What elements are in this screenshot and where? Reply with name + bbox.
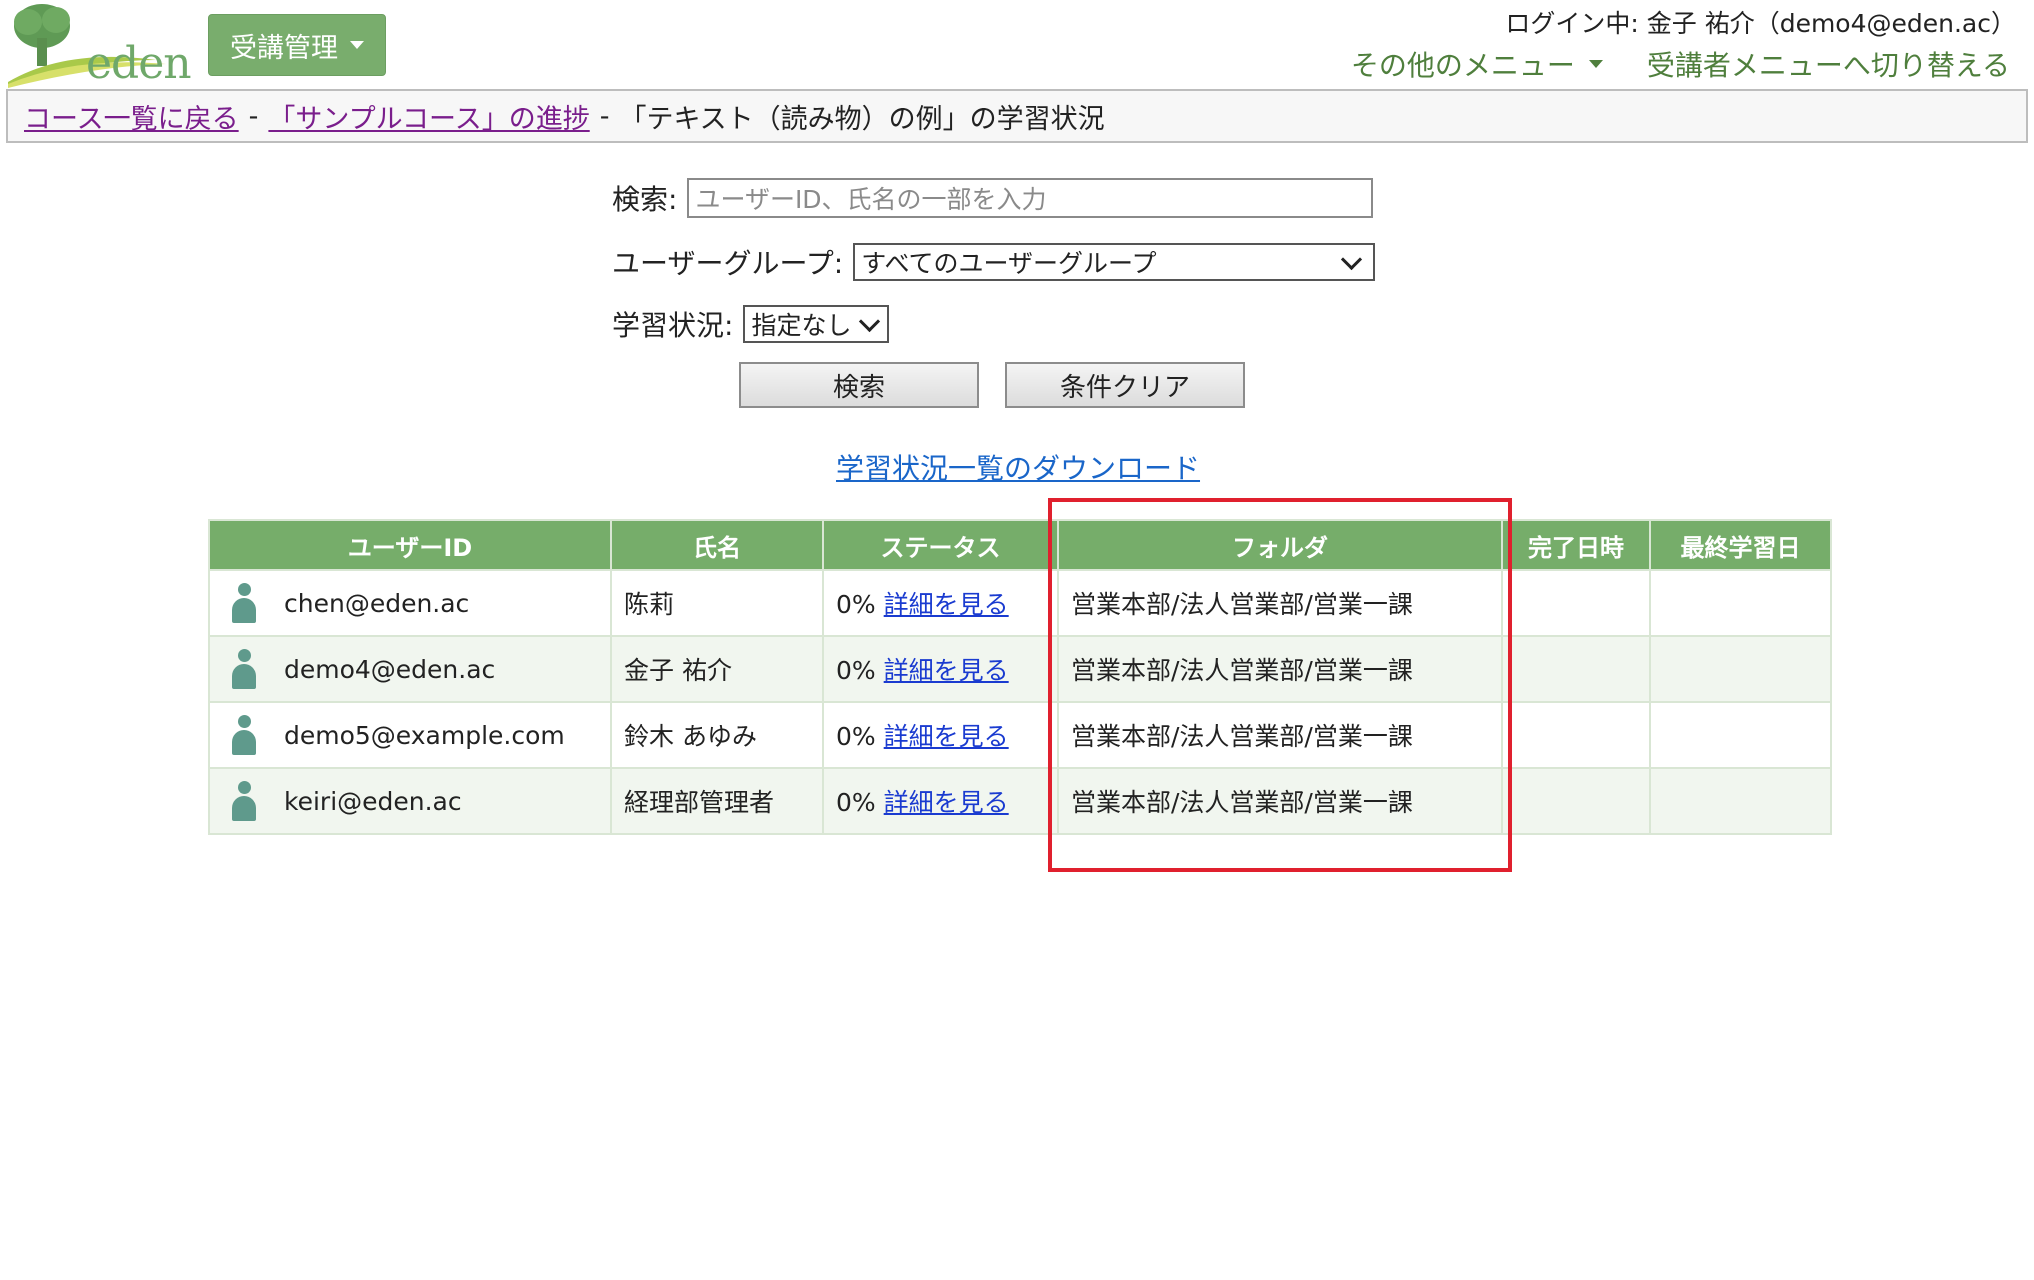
breadcrumb-current: 「テキスト（読み物）の例」の学習状況 bbox=[619, 103, 1105, 135]
download-learning-status-link[interactable]: 学習状況一覧のダウンロード bbox=[836, 447, 1200, 487]
completed-cell bbox=[1501, 767, 1651, 835]
progress-value: 0% bbox=[836, 590, 876, 619]
other-menu-dropdown[interactable]: その他のメニュー bbox=[1351, 44, 1603, 84]
table-row: demo4@eden.ac 金子 祐介 0% 詳細を見る 営業本部/法人営業部/営… bbox=[208, 635, 1832, 703]
login-info: ログイン中: 金子 祐介（demo4@eden.ac） bbox=[1505, 9, 2016, 38]
column-header-folder[interactable]: フォルダ bbox=[1057, 519, 1503, 571]
search-button[interactable]: 検索 bbox=[739, 362, 979, 408]
name-cell: 経理部管理者 bbox=[610, 767, 824, 835]
column-header-completed[interactable]: 完了日時 bbox=[1501, 519, 1651, 571]
breadcrumb-course-progress-link[interactable]: 「サンプルコース」の進捗 bbox=[268, 97, 589, 136]
user-id-cell: demo4@eden.ac bbox=[208, 635, 612, 703]
view-details-link[interactable]: 詳細を見る bbox=[884, 590, 1009, 619]
progress-value: 0% bbox=[836, 788, 876, 817]
last-studied-cell bbox=[1649, 635, 1832, 703]
learning-status-select[interactable]: 指定なし bbox=[743, 305, 890, 343]
table-row: chen@eden.ac 陈莉 0% 詳細を見る 営業本部/法人営業部/営業一課 bbox=[208, 569, 1832, 637]
user-group-label: ユーザーグループ: bbox=[612, 247, 844, 280]
progress-value: 0% bbox=[836, 656, 876, 685]
search-placeholder: ユーザーID、氏名の一部を入力 bbox=[695, 185, 1047, 214]
last-studied-cell bbox=[1649, 701, 1832, 769]
switch-to-learner-menu-link[interactable]: 受講者メニューへ切り替える bbox=[1647, 44, 2010, 84]
table-row: keiri@eden.ac 経理部管理者 0% 詳細を見る 営業本部/法人営業部/… bbox=[208, 767, 1832, 835]
status-cell: 0% 詳細を見る bbox=[822, 767, 1059, 835]
user-id: demo4@eden.ac bbox=[284, 654, 496, 684]
view-details-link[interactable]: 詳細を見る bbox=[884, 788, 1009, 817]
chevron-down-icon bbox=[1341, 248, 1363, 270]
column-header-last-studied[interactable]: 最終学習日 bbox=[1649, 519, 1832, 571]
column-header-status[interactable]: ステータス bbox=[822, 519, 1059, 571]
learning-status-label: 学習状況: bbox=[612, 309, 734, 342]
user-id-cell: keiri@eden.ac bbox=[208, 767, 612, 835]
status-cell: 0% 詳細を見る bbox=[822, 569, 1059, 637]
user-group-value: すべてのユーザーグループ bbox=[861, 249, 1157, 278]
breadcrumb-separator: - bbox=[599, 100, 610, 132]
user-id-cell: chen@eden.ac bbox=[208, 569, 612, 637]
folder-cell: 営業本部/法人営業部/営業一課 bbox=[1057, 701, 1503, 769]
folder-cell: 営業本部/法人営業部/営業一課 bbox=[1057, 569, 1503, 637]
user-id: chen@eden.ac bbox=[284, 588, 470, 618]
user-group-select[interactable]: すべてのユーザーグループ bbox=[853, 243, 1376, 281]
user-id: demo5@example.com bbox=[284, 720, 565, 750]
search-input[interactable]: ユーザーID、氏名の一部を入力 bbox=[687, 178, 1374, 218]
search-label: 検索: bbox=[612, 183, 678, 216]
name-cell: 鈴木 あゆみ bbox=[610, 701, 824, 769]
user-id: keiri@eden.ac bbox=[284, 786, 462, 816]
last-studied-cell bbox=[1649, 569, 1832, 637]
completed-cell bbox=[1501, 701, 1651, 769]
breadcrumb-separator: - bbox=[248, 100, 259, 132]
completed-cell bbox=[1501, 635, 1651, 703]
menu-button-label: 受講管理 bbox=[230, 32, 338, 64]
name-cell: 陈莉 bbox=[610, 569, 824, 637]
course-admin-menu-button[interactable]: 受講管理 bbox=[208, 14, 386, 76]
other-menu-label: その他のメニュー bbox=[1350, 49, 1575, 82]
clear-conditions-button[interactable]: 条件クリア bbox=[1005, 362, 1245, 408]
caret-down-icon bbox=[350, 41, 364, 49]
status-cell: 0% 詳細を見る bbox=[822, 701, 1059, 769]
table-row: demo5@example.com 鈴木 あゆみ 0% 詳細を見る 営業本部/法人… bbox=[208, 701, 1832, 769]
eden-logo[interactable]: eden bbox=[6, 0, 192, 89]
last-studied-cell bbox=[1649, 767, 1832, 835]
user-id-cell: demo5@example.com bbox=[208, 701, 612, 769]
user-icon bbox=[230, 715, 258, 755]
chevron-down-icon bbox=[859, 310, 881, 332]
logo-text: eden bbox=[86, 38, 192, 89]
table-header-row: ユーザーID 氏名 ステータス フォルダ 完了日時 最終学習日 bbox=[208, 519, 1832, 571]
folder-cell: 営業本部/法人営業部/営業一課 bbox=[1057, 767, 1503, 835]
caret-down-icon bbox=[1588, 60, 1603, 68]
status-cell: 0% 詳細を見る bbox=[822, 635, 1059, 703]
learning-status-value: 指定なし bbox=[751, 311, 852, 340]
user-icon bbox=[230, 583, 258, 623]
column-header-name[interactable]: 氏名 bbox=[610, 519, 824, 571]
folder-cell: 営業本部/法人営業部/営業一課 bbox=[1057, 635, 1503, 703]
view-details-link[interactable]: 詳細を見る bbox=[884, 722, 1009, 751]
name-cell: 金子 祐介 bbox=[610, 635, 824, 703]
breadcrumb: コース一覧に戻る - 「サンプルコース」の進捗 - 「テキスト（読み物）の例」の… bbox=[6, 89, 2028, 143]
user-icon bbox=[230, 649, 258, 689]
column-header-user-id[interactable]: ユーザーID bbox=[208, 519, 612, 571]
progress-value: 0% bbox=[836, 722, 876, 751]
view-details-link[interactable]: 詳細を見る bbox=[884, 656, 1009, 685]
learning-status-table: ユーザーID 氏名 ステータス フォルダ 完了日時 最終学習日 chen@ede… bbox=[208, 519, 1832, 835]
breadcrumb-course-list-link[interactable]: コース一覧に戻る bbox=[24, 97, 239, 136]
user-icon bbox=[230, 781, 258, 821]
completed-cell bbox=[1501, 569, 1651, 637]
